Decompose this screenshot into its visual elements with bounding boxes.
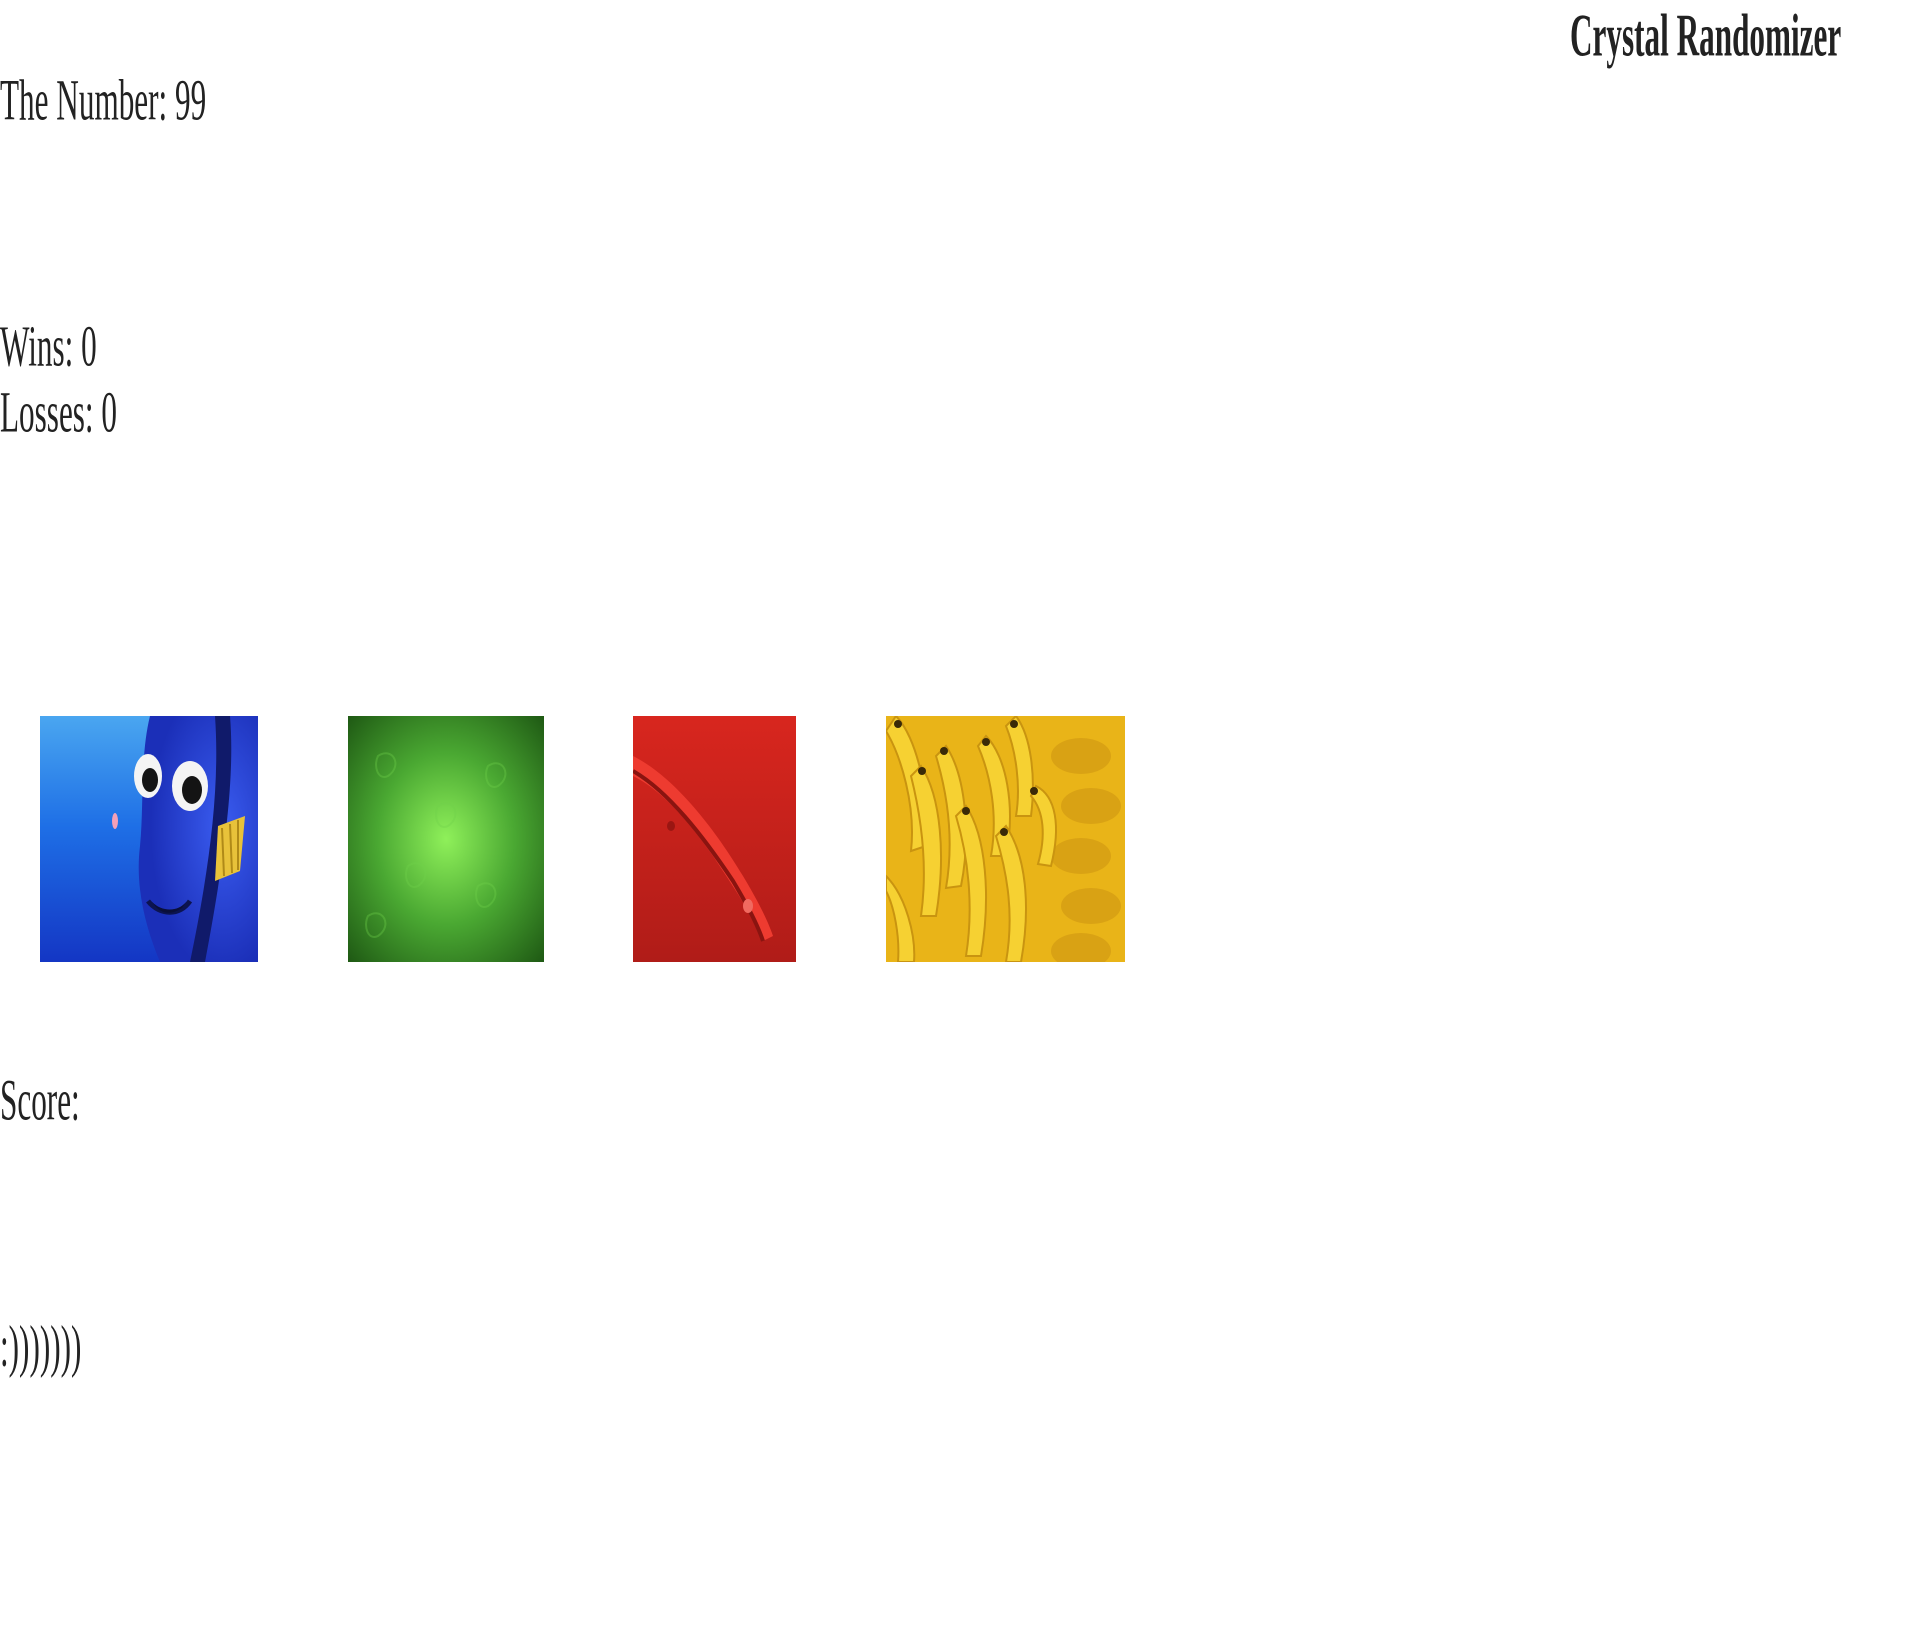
crystal-green[interactable] [348,716,544,962]
crystal-red[interactable] [633,716,796,962]
blue-fish-image [40,716,258,962]
score-display: Score: [0,1067,80,1133]
green-texture-image [348,716,544,962]
red-texture-image [633,716,796,962]
banana-bunch-image [886,716,1125,962]
game-page: Crystal Randomizer The Number: 99 Wins: … [0,0,1928,1644]
target-number: The Number: 99 [0,67,207,133]
status-message: :))))))) [0,1313,82,1379]
page-title: Crystal Randomizer [1570,1,1842,70]
crystal-yellow-banana[interactable] [886,716,1125,962]
losses-counter: Losses: 0 [0,379,117,445]
wins-counter: Wins: 0 [0,313,97,379]
crystal-blue-fish[interactable] [40,716,258,962]
